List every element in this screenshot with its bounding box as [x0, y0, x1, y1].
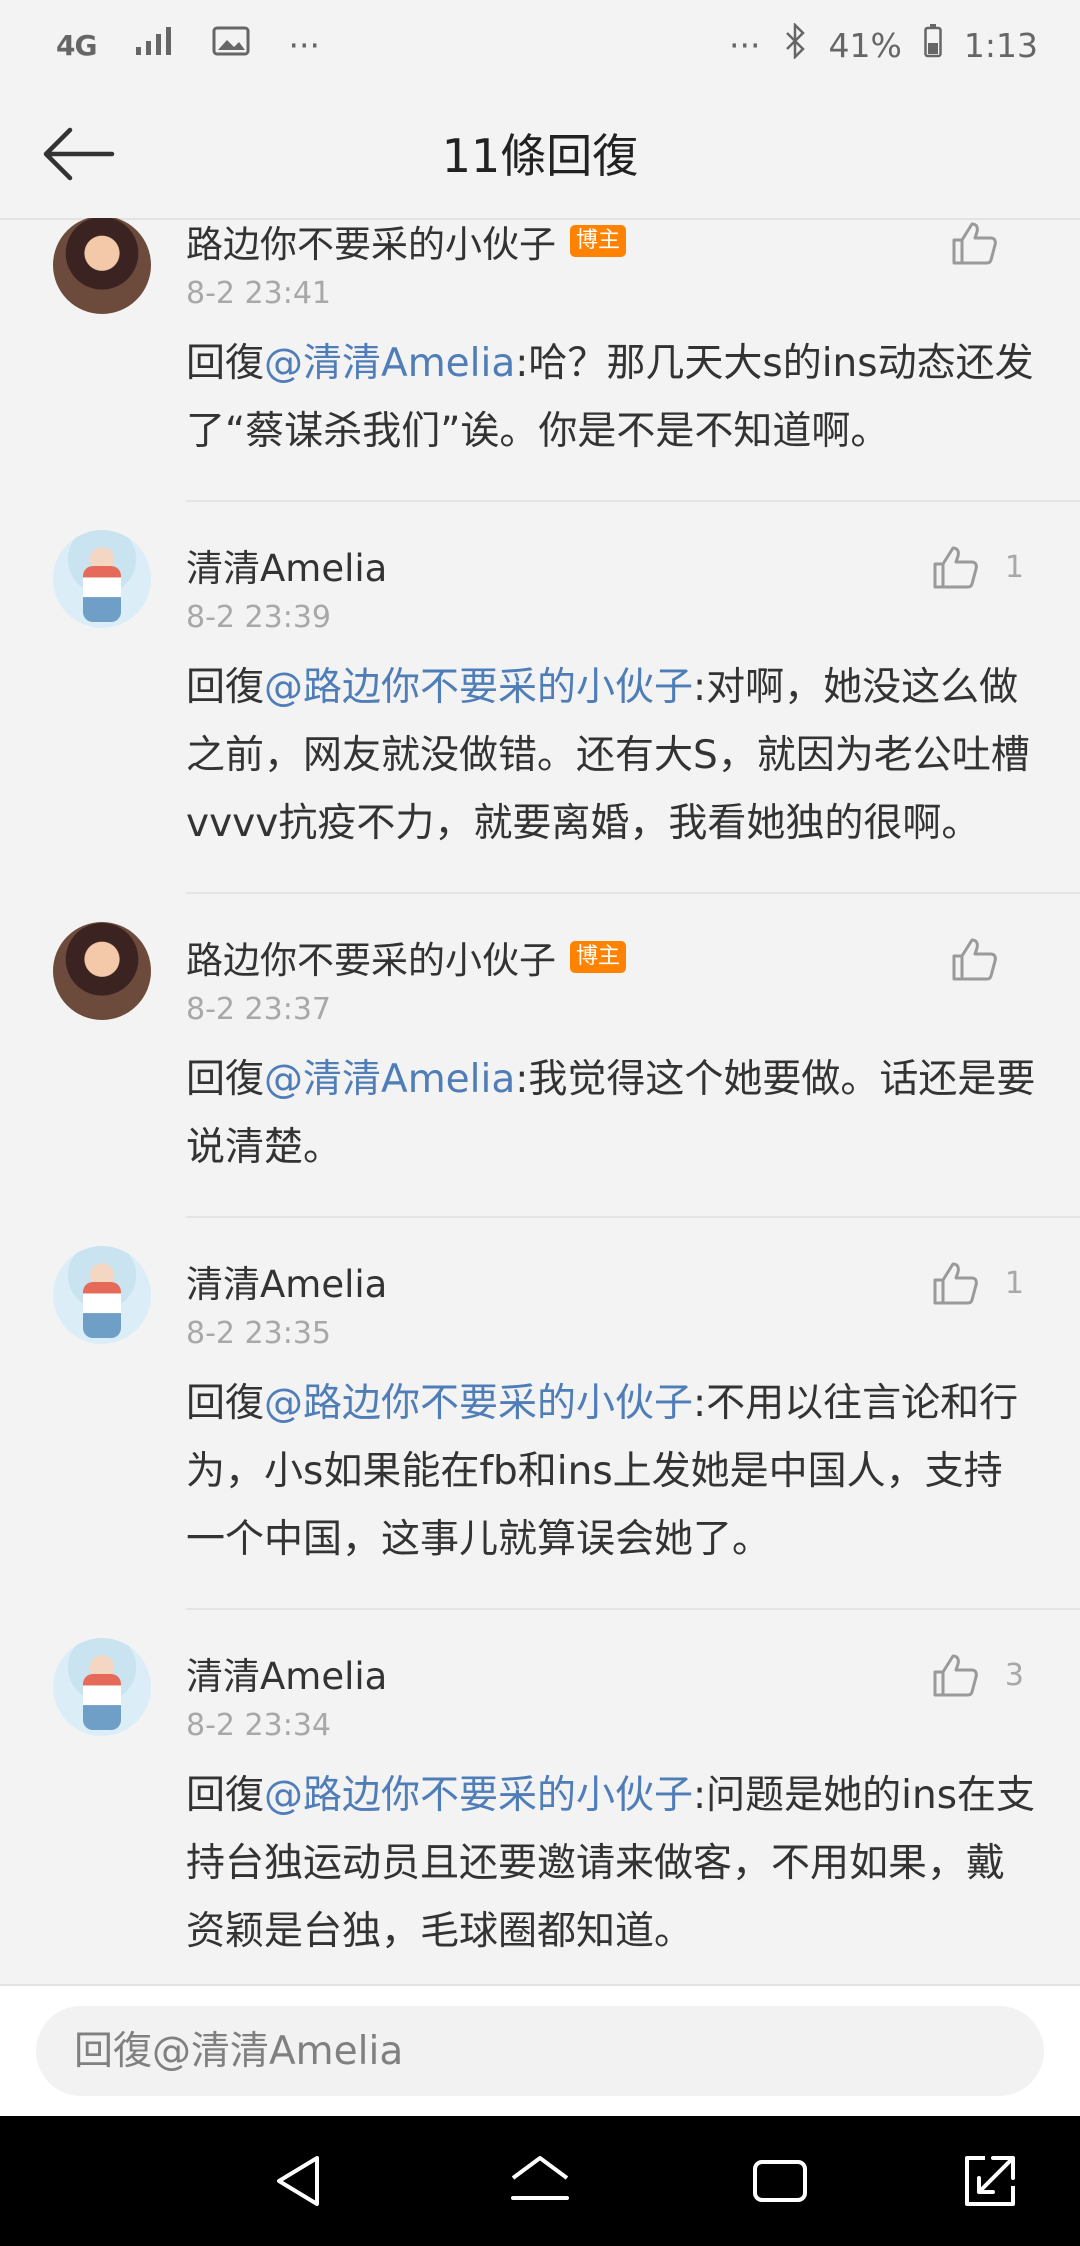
reply-list[interactable]: 路边你不要采的小伙子 博主 8-2 23:41 回復@清清Amelia:哈？那几…	[0, 218, 1080, 1984]
reply-item: 清清Amelia 8-2 23:35 回復@路边你不要采的小伙子:不用以往言论和…	[53, 1218, 1080, 1610]
clock: 1:13	[963, 25, 1038, 65]
like-button[interactable]: 3	[931, 1652, 1024, 1698]
header-bar: 11條回復	[0, 90, 1080, 220]
author-name[interactable]: 清清Amelia	[186, 538, 387, 592]
triangle-back-icon	[277, 2156, 319, 2206]
reply-input[interactable]	[36, 2006, 1044, 2096]
mention-link[interactable]: @路边你不要采的小伙子	[264, 665, 693, 710]
reply-prefix: 回復	[186, 1773, 265, 1818]
page-title: 11條回復	[441, 129, 639, 183]
reply-text: 回復@清清Amelia:哈？那几天大s的ins动态还发了“蔡谋杀我们”诶。你是不…	[186, 330, 1080, 466]
bluetooth-icon	[783, 21, 807, 67]
battery-percent: 41%	[828, 25, 902, 65]
signal-icon	[134, 25, 174, 65]
timestamp: 8-2 23:35	[186, 1316, 331, 1351]
author-name[interactable]: 清清Amelia	[186, 1254, 387, 1308]
timestamp: 8-2 23:41	[186, 276, 331, 311]
reply-text: 回復@路边你不要采的小伙子:问题是她的ins在支持台独运动员且还要邀请来做客，不…	[186, 1762, 1080, 1966]
like-count: 3	[1004, 1657, 1024, 1693]
network-type-label: 4G	[56, 28, 97, 62]
avatar[interactable]	[53, 922, 151, 1020]
reply-item: 路边你不要采的小伙子 博主 8-2 23:37 回復@清清Amelia:我觉得这…	[53, 894, 1080, 1218]
author-name[interactable]: 清清Amelia	[186, 1646, 387, 1700]
nav-expand-button[interactable]	[955, 2146, 1025, 2216]
mention-link[interactable]: @清清Amelia	[264, 341, 515, 386]
author-badge: 博主	[570, 941, 627, 973]
reply-item: 清清Amelia 8-2 23:34 回復@路边你不要采的小伙子:问题是她的in…	[53, 1610, 1080, 1984]
reply-prefix: 回復	[186, 1381, 265, 1426]
reply-prefix: 回復	[186, 665, 265, 710]
status-more-icon: ···	[288, 25, 320, 65]
like-button[interactable]: 1	[931, 1260, 1024, 1306]
like-count: 1	[1004, 1265, 1024, 1301]
thumbs-up-icon	[933, 1262, 978, 1305]
timestamp: 8-2 23:39	[186, 600, 331, 635]
author-name[interactable]: 路边你不要采的小伙子	[186, 218, 556, 268]
thumbs-up-icon	[952, 222, 997, 265]
system-nav-bar	[0, 2116, 1080, 2246]
status-bar: 4G ··· ··· 41% 1:13	[0, 0, 1080, 90]
expand-icon	[965, 2156, 1015, 2206]
timestamp: 8-2 23:37	[186, 992, 331, 1027]
reply-item: 清清Amelia 8-2 23:39 回復@路边你不要采的小伙子:对啊，她没这么…	[53, 502, 1080, 894]
reply-prefix: 回復	[186, 1057, 265, 1102]
like-count: 1	[1004, 549, 1024, 585]
reply-bar	[0, 1984, 1080, 2118]
home-icon	[511, 2156, 569, 2200]
thumbs-up-icon	[933, 1654, 978, 1697]
like-button[interactable]	[950, 936, 1024, 982]
thumbs-up-icon	[933, 546, 978, 589]
avatar[interactable]	[53, 530, 151, 628]
author-badge: 博主	[570, 225, 627, 257]
reply-item: 路边你不要采的小伙子 博主 8-2 23:41 回復@清清Amelia:哈？那几…	[53, 218, 1080, 502]
image-notification-icon	[212, 25, 250, 65]
mention-link[interactable]: @清清Amelia	[264, 1057, 515, 1102]
recents-icon	[753, 2160, 807, 2202]
reply-prefix: 回復	[186, 341, 265, 386]
author-name[interactable]: 路边你不要采的小伙子	[186, 930, 556, 984]
thumbs-up-icon	[952, 938, 997, 981]
mention-link[interactable]: @路边你不要采的小伙子	[264, 1381, 693, 1426]
nav-back-button[interactable]	[265, 2146, 335, 2216]
nav-recents-button[interactable]	[745, 2146, 815, 2216]
nav-home-button[interactable]	[505, 2146, 575, 2216]
reply-text: 回復@路边你不要采的小伙子:对啊，她没这么做之前，网友就没做错。还有大S，就因为…	[186, 654, 1080, 858]
avatar[interactable]	[53, 1246, 151, 1344]
like-button[interactable]	[950, 220, 1024, 266]
reply-text: 回復@清清Amelia:我觉得这个她要做。话还是要说清楚。	[186, 1046, 1080, 1182]
timestamp: 8-2 23:34	[186, 1708, 331, 1743]
like-button[interactable]: 1	[931, 544, 1024, 590]
avatar[interactable]	[53, 1638, 151, 1736]
status-right-more-icon: ···	[729, 25, 761, 65]
battery-icon	[924, 24, 942, 66]
reply-text: 回復@路边你不要采的小伙子:不用以往言论和行为，小s如果能在fb和ins上发她是…	[186, 1370, 1080, 1574]
avatar[interactable]	[53, 218, 151, 314]
mention-link[interactable]: @路边你不要采的小伙子	[264, 1773, 693, 1818]
